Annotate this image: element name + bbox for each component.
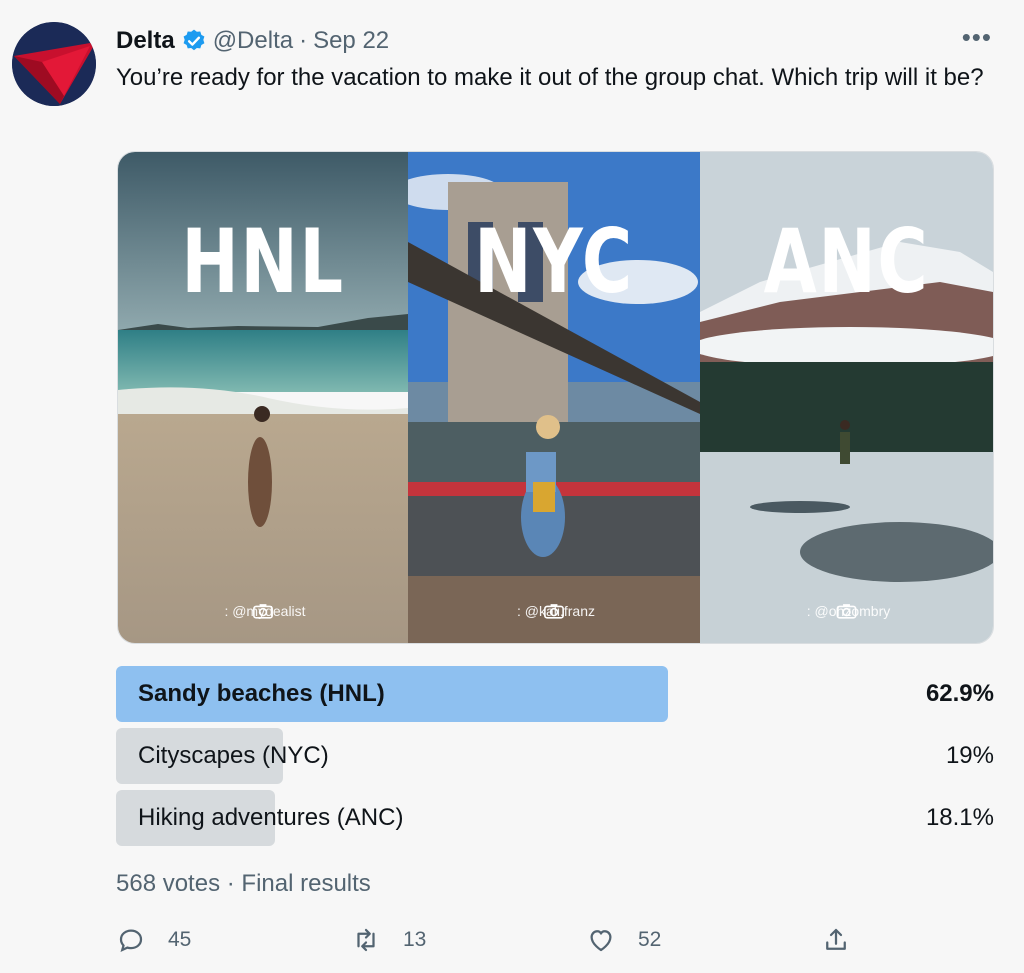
poll-option-percent: 19% [945,742,994,769]
like-count: 52 [638,928,662,951]
city-code-label: HNL [181,210,345,313]
city-code-label: NYC [474,210,634,313]
poll-option[interactable]: Sandy beaches (HNL) 62.9% [116,666,994,722]
tweet-date[interactable]: Sep 22 [313,27,389,55]
poll: Sandy beaches (HNL) 62.9% Cityscapes (NY… [116,666,994,852]
retweet-button[interactable]: 13 [351,925,426,955]
media-panel-hnl[interactable]: HNL : @mydealist [118,152,408,643]
author-name[interactable]: Delta [116,27,175,55]
poll-option[interactable]: Hiking adventures (ANC) 18.1% [116,790,994,846]
photo-credit: : @mydealist [118,603,408,619]
poll-option-percent: 62.9% [925,680,994,707]
meta-separator: · [226,870,235,897]
like-button[interactable]: 52 [586,925,661,955]
media-panel-nyc[interactable]: NYC : @kali.franz [408,152,700,643]
vote-count: 568 votes [116,870,221,897]
avatar[interactable] [12,22,96,106]
tweet-text: You’re ready for the vacation to make it… [116,64,984,91]
poll-option[interactable]: Cityscapes (NYC) 19% [116,728,994,784]
header-separator: · [299,27,308,54]
retweet-icon [357,928,375,952]
more-icon[interactable]: ••• [962,22,992,53]
tweet-media[interactable]: HNL : @mydealist NYC: @kali.franz ANC:… [117,151,994,644]
tweet-actions: 45 13 52 [116,925,994,959]
tweet-header: Delta @Delta · Sep 22 [116,24,389,58]
photo-credit: : @ohzombry [700,603,993,619]
poll-status: Final results [241,870,371,897]
like-icon [590,930,612,952]
media-panel-anc[interactable]: ANC : @ohzombry [700,152,993,643]
poll-option-label: Hiking adventures (ANC) [138,804,404,831]
poll-meta: 568 votes · Final results [116,870,371,898]
photo-credit: : @kali.franz [408,603,700,619]
poll-option-percent: 18.1% [925,804,994,831]
reply-count: 45 [168,928,192,951]
reply-icon [119,929,143,953]
city-code-label: ANC [763,210,930,313]
reply-button[interactable]: 45 [116,925,191,955]
poll-option-label: Cityscapes (NYC) [138,742,329,769]
share-button[interactable] [821,925,873,955]
author-handle[interactable]: @Delta [213,27,293,55]
share-icon [826,928,846,950]
delta-logo-icon [12,22,96,106]
retweet-count: 13 [403,928,427,951]
poll-option-label: Sandy beaches (HNL) [138,680,385,707]
verified-badge-icon [181,28,207,54]
